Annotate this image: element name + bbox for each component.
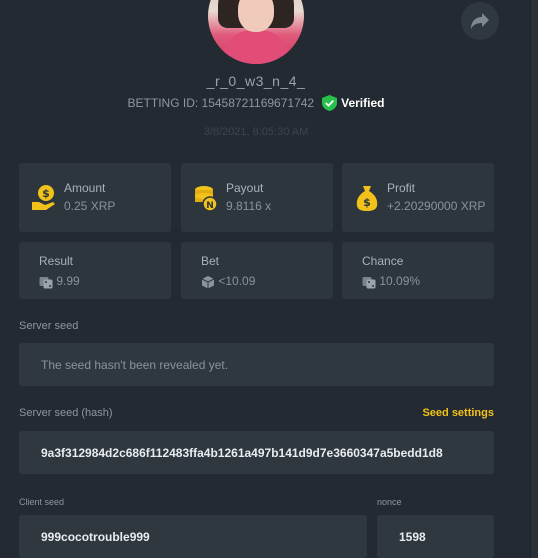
svg-text:N: N	[206, 201, 214, 211]
avatar	[208, 0, 304, 64]
share-button[interactable]	[461, 2, 499, 40]
result-value: 9.99	[56, 274, 80, 288]
result-value-row: 9.99	[39, 274, 80, 289]
client-seed-label: Client seed	[19, 497, 65, 507]
betting-id: BETTING ID: 15458721169671742	[127, 96, 315, 110]
chance-card: Chance 10.09%	[342, 242, 494, 299]
username: _r_0_w3_n_4_	[206, 73, 306, 89]
nonce-field[interactable]: 1598	[377, 515, 494, 558]
betting-id-row: BETTING ID: 15458721169671742 Verified	[0, 95, 512, 111]
seed-settings-link[interactable]: Seed settings	[422, 407, 494, 419]
server-seed-field[interactable]: The seed hasn't been revealed yet.	[19, 343, 494, 386]
svg-text:$: $	[363, 196, 371, 209]
shield-check-icon	[322, 95, 338, 111]
chance-value: 10.09%	[379, 274, 421, 288]
result-card: Result 9.99	[19, 242, 171, 299]
result-label: Result	[39, 254, 74, 268]
coin-stack-icon: N	[195, 186, 218, 212]
server-seed-hash-label: Server seed (hash)	[19, 407, 113, 419]
profit-value: +2.20290000 XRP	[387, 199, 486, 213]
nonce-label: nonce	[377, 497, 402, 507]
amount-label: Amount	[64, 181, 106, 195]
chance-value-row: 10.09%	[362, 274, 420, 289]
money-bag-icon: $	[356, 186, 378, 211]
cube-icon	[201, 275, 215, 289]
verified-label: Verified	[341, 96, 385, 110]
payout-label: Payout	[226, 181, 264, 195]
scrollbar-track[interactable]	[530, 0, 538, 558]
amount-card: $ Amount 0.25 XRP	[19, 163, 171, 232]
client-seed-field[interactable]: 999cocotrouble999	[19, 515, 367, 558]
dice-icon	[362, 276, 376, 289]
profit-label: Profit	[387, 181, 416, 195]
payout-card: N Payout 9.8116 x	[181, 163, 333, 232]
amount-value: 0.25 XRP	[64, 199, 116, 213]
chance-label: Chance	[362, 254, 404, 268]
hand-coin-icon: $	[32, 185, 55, 210]
dice-icon	[39, 276, 53, 289]
payout-value: 9.8116 x	[226, 199, 272, 213]
verified-badge: Verified	[322, 95, 384, 111]
bet-timestamp: 3/8/2021, 8:05:30 AM	[203, 126, 309, 138]
svg-text:$: $	[42, 187, 50, 200]
bet-value-row: <10.09	[201, 274, 255, 289]
bet-label: Bet	[201, 254, 220, 268]
bet-card: Bet <10.09	[181, 242, 333, 299]
share-icon	[471, 13, 489, 29]
server-seed-hash-field[interactable]: 9a3f312984d2c686f112483ffa4b1261a497b141…	[19, 431, 494, 474]
bet-value: <10.09	[218, 274, 256, 288]
profit-card: $ Profit +2.20290000 XRP	[342, 163, 494, 232]
server-seed-label: Server seed	[19, 320, 79, 332]
